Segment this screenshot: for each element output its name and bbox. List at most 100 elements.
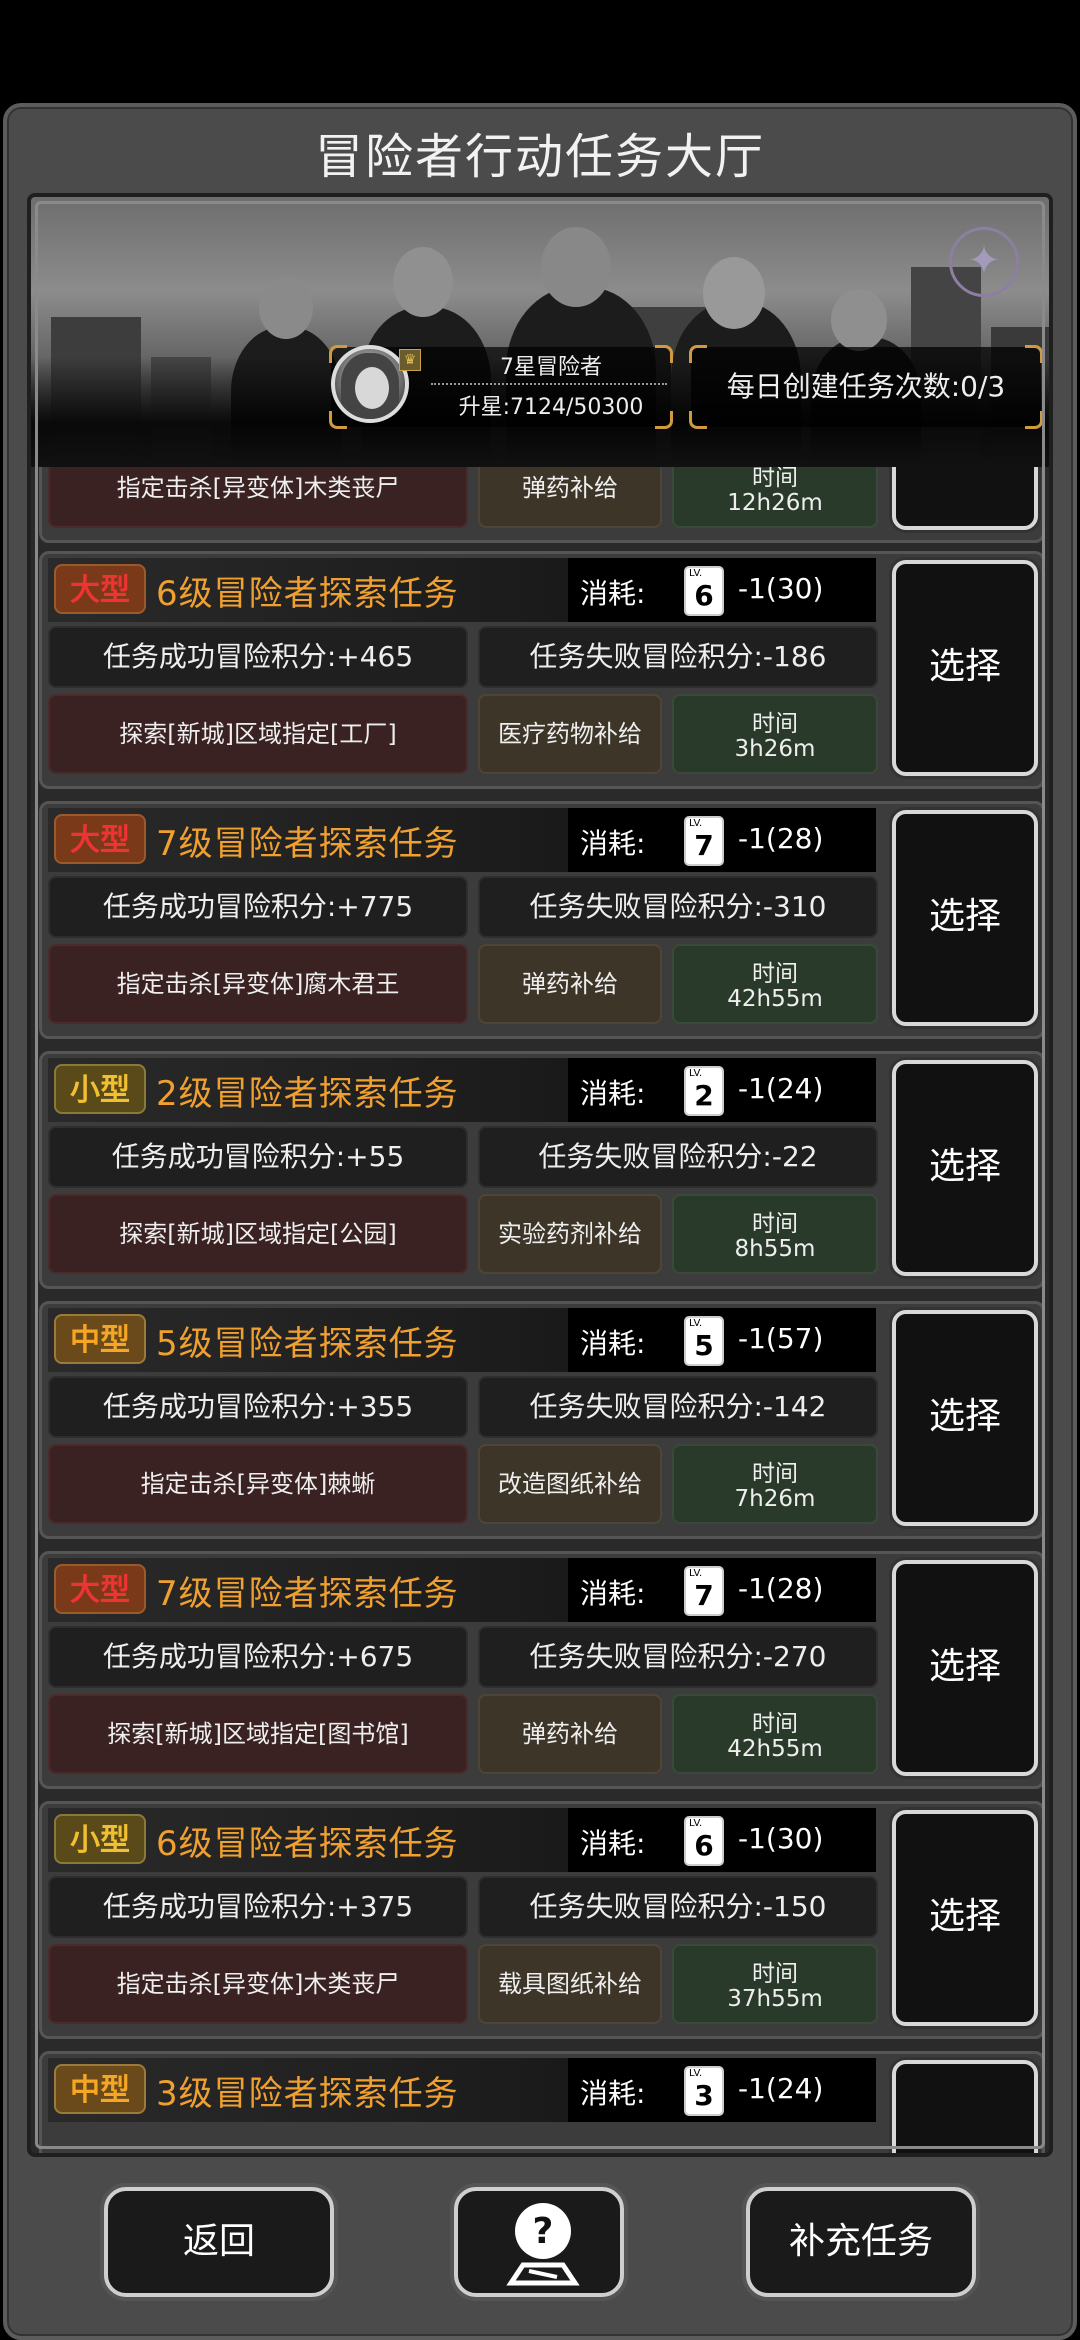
svg-text:?: ? [533,2211,554,2252]
cost-value: -1(30) [738,1822,824,1855]
task-size-badge: 小型 [54,1814,146,1864]
task-supply: 改造图纸补给 [478,1444,662,1524]
level-card-icon: LV. 5 [684,1316,724,1366]
task-supply: 弹药补给 [478,467,662,528]
cost-label: 消耗: [580,1327,646,1360]
page-title: 冒险者行动任务大厅 [314,129,765,185]
select-button[interactable] [892,467,1038,530]
cost-label: 消耗: [580,1577,646,1610]
replenish-tasks-button[interactable]: 补充任务 [746,2187,976,2297]
level-card-icon: LV. 6 [684,1816,724,1866]
task-target: 指定击杀[异变体]棘蜥 [48,1444,468,1524]
task-target: 指定击杀[异变体]木类丧尸 [48,1944,468,2024]
fail-score: 任务失败冒险积分:-22 [478,1126,878,1188]
task-supply: 医疗药物补给 [478,694,662,774]
daily-create-count: 每日创建任务次数:0/3 [689,345,1043,429]
task-size-badge: 大型 [54,1564,146,1614]
cost-value: -1(24) [738,2072,824,2105]
task-card: 小型 6级冒险者探索任务 消耗: LV. 6 -1(30) 任务成功冒险积分:+3… [39,1801,1045,2039]
task-title: 7级冒险者探索任务 [156,1574,459,1614]
task-title: 6级冒险者探索任务 [156,574,459,614]
level-card-icon: LV. 7 [684,1566,724,1616]
success-score: 任务成功冒险积分:+375 [48,1876,468,1938]
cost-value: -1(28) [738,1572,824,1605]
task-size-badge: 中型 [54,2064,146,2114]
task-supply: 实验药剂补给 [478,1194,662,1274]
task-list-frame: ✦ ♛ 7星冒险者 升星:7124/50300 每日创建任务次数:0/3 指定击… [27,193,1053,2157]
success-score: 任务成功冒险积分:+775 [48,876,468,938]
cost-value: -1(57) [738,1322,824,1355]
task-card-partial-top: 指定击杀[异变体]木类丧尸 弹药补给 时间 12h26m [39,467,1045,543]
fail-score: 任务失败冒险积分:-270 [478,1626,878,1688]
task-card-partial-bottom: 中型 3级冒险者探索任务 消耗: LV. 3 -1(24) [39,2051,1045,2153]
task-supply: 载具图纸补给 [478,1944,662,2024]
task-hall-panel: 冒险者行动任务大厅 ✦ ♛ 7星冒险者 升星:7124/50300 每日创建任务… [3,103,1077,2340]
level-card-icon: LV. 2 [684,1066,724,1116]
fail-score: 任务失败冒险积分:-142 [478,1376,878,1438]
select-button[interactable]: 选择 [892,810,1038,1026]
cost-label: 消耗: [580,1077,646,1110]
rank-stars-progress: 升星:7124/50300 [458,395,644,420]
cost-label: 消耗: [580,2077,646,2110]
task-time: 时间 42h55m [672,1694,878,1774]
select-button[interactable] [892,2060,1038,2153]
fail-score: 任务失败冒险积分:-186 [478,626,878,688]
task-time: 时间 37h55m [672,1944,878,2024]
fail-score: 任务失败冒险积分:-310 [478,876,878,938]
task-title: 6级冒险者探索任务 [156,1824,459,1864]
task-time: 时间 8h55m [672,1194,878,1274]
crown-icon: ♛ [399,349,421,371]
question-map-icon: ? [506,2203,580,2286]
task-supply: 弹药补给 [478,944,662,1024]
task-target: 探索[新城]区域指定[图书馆] [48,1694,468,1774]
task-card: 大型 6级冒险者探索任务 消耗: LV. 6 -1(30) 任务成功冒险积分:+4… [39,551,1045,789]
rank-name: 7星冒险者 [500,355,602,380]
task-title: 5级冒险者探索任务 [156,1324,459,1364]
task-target: 指定击杀[异变体]木类丧尸 [48,467,468,528]
task-target: 指定击杀[异变体]腐木君王 [48,944,468,1024]
cost-label: 消耗: [580,827,646,860]
task-title: 3级冒险者探索任务 [156,2074,459,2114]
success-score: 任务成功冒险积分:+55 [48,1126,468,1188]
select-button[interactable]: 选择 [892,1310,1038,1526]
cost-value: -1(28) [738,822,824,855]
fail-score: 任务失败冒险积分:-150 [478,1876,878,1938]
task-list[interactable]: 指定击杀[异变体]木类丧尸 弹药补给 时间 12h26m 大型 6级冒险者探索任… [31,467,1049,2153]
player-avatar[interactable] [331,345,409,423]
task-card: 大型 7级冒险者探索任务 消耗: LV. 7 -1(28) 任务成功冒险积分:+7… [39,801,1045,1039]
task-card: 大型 7级冒险者探索任务 消耗: LV. 7 -1(28) 任务成功冒险积分:+6… [39,1551,1045,1789]
cost-label: 消耗: [580,577,646,610]
task-card: 中型 5级冒险者探索任务 消耗: LV. 5 -1(57) 任务成功冒险积分:+3… [39,1301,1045,1539]
select-button[interactable]: 选择 [892,1560,1038,1776]
task-size-badge: 中型 [54,1314,146,1364]
task-size-badge: 小型 [54,1064,146,1114]
daily-create-label: 每日创建任务次数:0/3 [726,370,1006,403]
cost-label: 消耗: [580,1827,646,1860]
task-time: 时间 7h26m [672,1444,878,1524]
task-time: 时间 12h26m [672,467,878,528]
task-title: 7级冒险者探索任务 [156,824,459,864]
select-button[interactable]: 选择 [892,1060,1038,1276]
success-score: 任务成功冒险积分:+355 [48,1376,468,1438]
faction-emblem-icon: ✦ [949,227,1019,297]
task-size-badge: 大型 [54,814,146,864]
task-card: 小型 2级冒险者探索任务 消耗: LV. 2 -1(24) 任务成功冒险积分:+5… [39,1051,1045,1289]
level-card-icon: LV. 6 [684,566,724,616]
select-button[interactable]: 选择 [892,1810,1038,2026]
cost-value: -1(24) [738,1072,824,1105]
task-size-badge: 大型 [54,564,146,614]
back-button[interactable]: 返回 [104,2187,334,2297]
success-score: 任务成功冒险积分:+675 [48,1626,468,1688]
cost-value: -1(30) [738,572,824,605]
success-score: 任务成功冒险积分:+465 [48,626,468,688]
task-time: 时间 42h55m [672,944,878,1024]
level-card-icon: LV. 3 [684,2066,724,2116]
task-target: 探索[新城]区域指定[工厂] [48,694,468,774]
task-title: 2级冒险者探索任务 [156,1074,459,1114]
task-supply: 弹药补给 [478,1694,662,1774]
task-target: 探索[新城]区域指定[公园] [48,1194,468,1274]
help-button[interactable]: ? [454,2187,624,2297]
task-time: 时间 3h26m [672,694,878,774]
select-button[interactable]: 选择 [892,560,1038,776]
level-card-icon: LV. 7 [684,816,724,866]
